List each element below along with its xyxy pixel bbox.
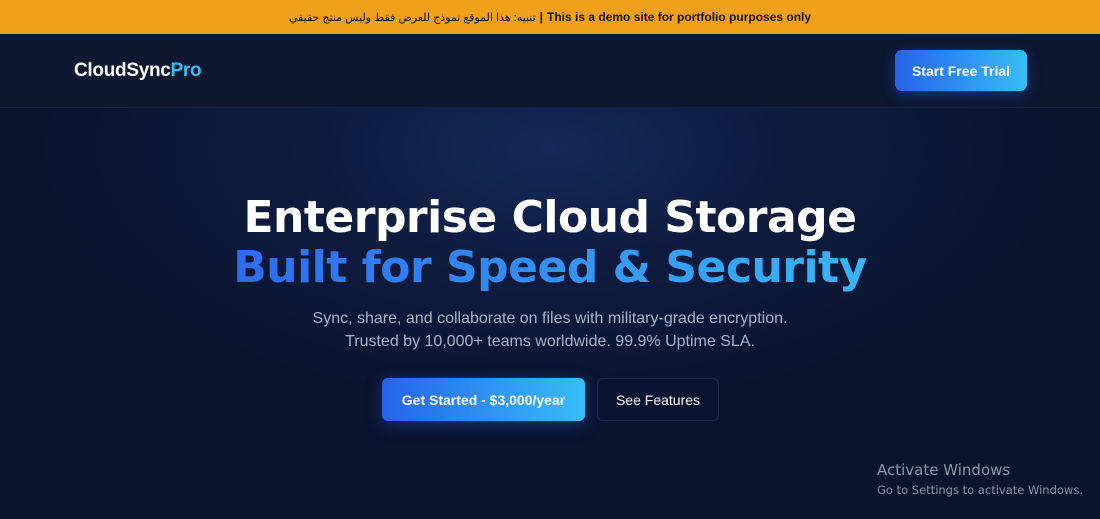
start-free-trial-button[interactable]: Start Free Trial	[895, 50, 1027, 91]
demo-notice-banner: تنبيه: هذا الموقع نموذج للعرض فقط وليس م…	[0, 0, 1100, 34]
logo-main-text: CloudSync	[74, 60, 171, 81]
hero-title-line1: Enterprise Cloud Storage	[243, 192, 857, 243]
hero-title-line2: Built for Speed & Security	[0, 242, 1100, 294]
banner-english-text: This is a demo site for portfolio purpos…	[547, 10, 812, 24]
watermark-subtitle: Go to Settings to activate Windows.	[877, 483, 1083, 497]
logo-accent-text: Pro	[170, 60, 202, 81]
banner-separator: |	[539, 10, 544, 24]
see-features-button[interactable]: See Features	[597, 378, 719, 421]
hero-subtitle-line1: Sync, share, and collaborate on files wi…	[312, 310, 788, 327]
top-navbar: CloudSyncPro Start Free Trial	[0, 34, 1100, 108]
brand-logo[interactable]: CloudSyncPro	[74, 60, 202, 82]
activate-windows-watermark: Activate Windows Go to Settings to activ…	[877, 461, 1083, 497]
hero-title-gradient-text: Built for Speed & Security	[233, 242, 867, 293]
hero-subtitle-line2: Trusted by 10,000+ teams worldwide. 99.9…	[345, 333, 755, 350]
watermark-title: Activate Windows	[877, 461, 1011, 479]
hero-section: Enterprise Cloud Storage Built for Speed…	[0, 108, 1100, 519]
banner-arabic-text: تنبيه: هذا الموقع نموذج للعرض فقط وليس م…	[288, 11, 536, 24]
get-started-button[interactable]: Get Started - $3,000/year	[382, 378, 585, 421]
